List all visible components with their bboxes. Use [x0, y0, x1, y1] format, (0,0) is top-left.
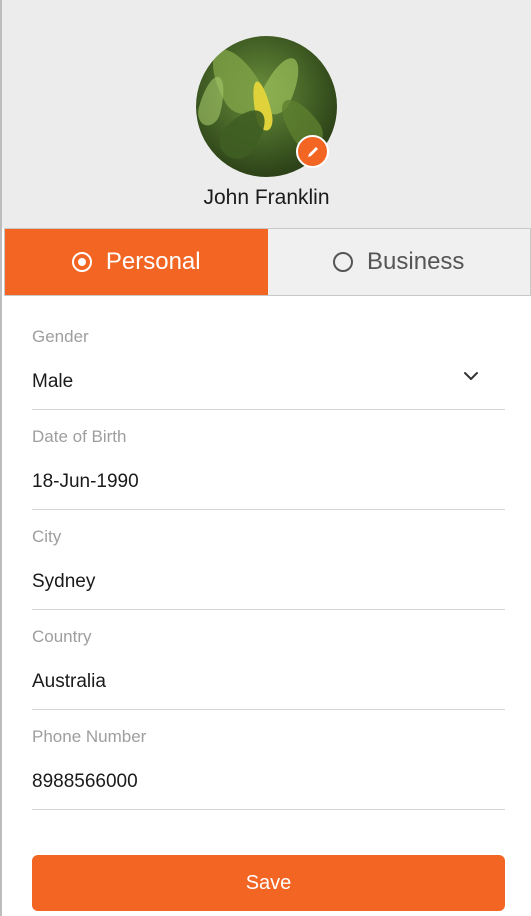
- profile-header: John Franklin: [2, 0, 531, 228]
- edit-avatar-button[interactable]: [296, 135, 329, 168]
- pencil-icon: [307, 146, 318, 157]
- city-field[interactable]: City Sydney: [32, 510, 505, 610]
- tab-personal[interactable]: Personal: [5, 229, 268, 295]
- tab-business[interactable]: Business: [267, 229, 530, 295]
- country-value[interactable]: Australia: [32, 671, 106, 693]
- save-button[interactable]: Save: [32, 855, 505, 911]
- avatar-container: [196, 36, 339, 179]
- country-label: Country: [32, 627, 92, 646]
- phone-number-value[interactable]: 8988566000: [32, 771, 138, 793]
- date-of-birth-label: Date of Birth: [32, 427, 127, 446]
- phone-number-label: Phone Number: [32, 727, 147, 746]
- profile-form: Gender Male Date of Birth 18-Jun-1990 Ci…: [32, 310, 505, 810]
- country-field[interactable]: Country Australia: [32, 610, 505, 710]
- date-of-birth-field[interactable]: Date of Birth 18-Jun-1990: [32, 410, 505, 510]
- chevron-down-icon[interactable]: [463, 368, 479, 384]
- tab-personal-label: Personal: [105, 248, 201, 275]
- account-type-tabs: Personal Business: [4, 228, 531, 296]
- profile-name: John Franklin: [203, 186, 330, 209]
- radio-selected-icon: [71, 252, 92, 272]
- gender-field[interactable]: Gender Male: [32, 310, 505, 410]
- date-of-birth-value[interactable]: 18-Jun-1990: [32, 471, 139, 493]
- profile-screen: John Franklin Personal Business Gender M…: [0, 0, 531, 916]
- phone-number-field[interactable]: Phone Number 8988566000: [32, 710, 505, 810]
- gender-label: Gender: [32, 327, 89, 346]
- city-value[interactable]: Sydney: [32, 571, 95, 593]
- city-label: City: [32, 527, 62, 546]
- radio-unselected-icon: [333, 252, 354, 272]
- tab-business-label: Business: [367, 248, 465, 275]
- gender-value[interactable]: Male: [32, 371, 73, 393]
